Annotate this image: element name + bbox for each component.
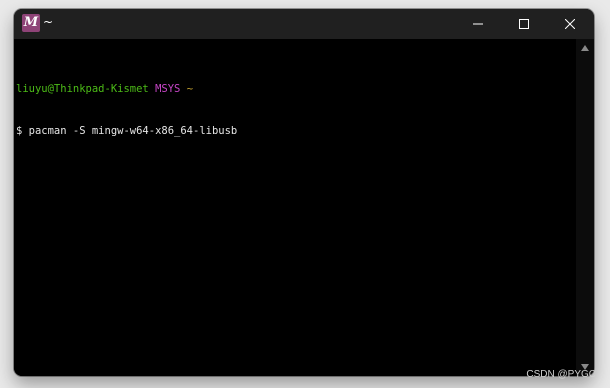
desktop: M ~ liuyu@Thinkpad-Kismet MSYS ~ $ pacma…	[0, 0, 610, 388]
vertical-scrollbar[interactable]	[576, 39, 594, 376]
msys2-icon[interactable]: M	[22, 14, 40, 32]
close-icon	[565, 19, 575, 29]
title-bar[interactable]: M ~	[14, 9, 594, 39]
window-title: ~	[43, 15, 54, 29]
terminal-window: M ~ liuyu@Thinkpad-Kismet MSYS ~ $ pacma…	[14, 9, 594, 376]
prompt-line: liuyu@Thinkpad-Kismet MSYS ~	[16, 82, 576, 96]
minimize-icon	[473, 23, 483, 25]
maximize-icon	[519, 19, 529, 29]
minimize-button[interactable]	[455, 9, 501, 39]
watermark: CSDN @PYGC	[526, 369, 596, 380]
prompt-environment: MSYS	[155, 83, 181, 95]
prompt-directory: ~	[186, 83, 194, 95]
command-line[interactable]: $ pacman -S mingw-w64-x86_64-libusb	[16, 124, 576, 138]
maximize-button[interactable]	[501, 9, 547, 39]
scroll-up-arrow-icon[interactable]	[581, 45, 589, 51]
prompt-user-host: liuyu@Thinkpad-Kismet	[16, 83, 149, 95]
close-button[interactable]	[547, 9, 593, 39]
terminal-output[interactable]: liuyu@Thinkpad-Kismet MSYS ~ $ pacman -S…	[14, 39, 576, 376]
